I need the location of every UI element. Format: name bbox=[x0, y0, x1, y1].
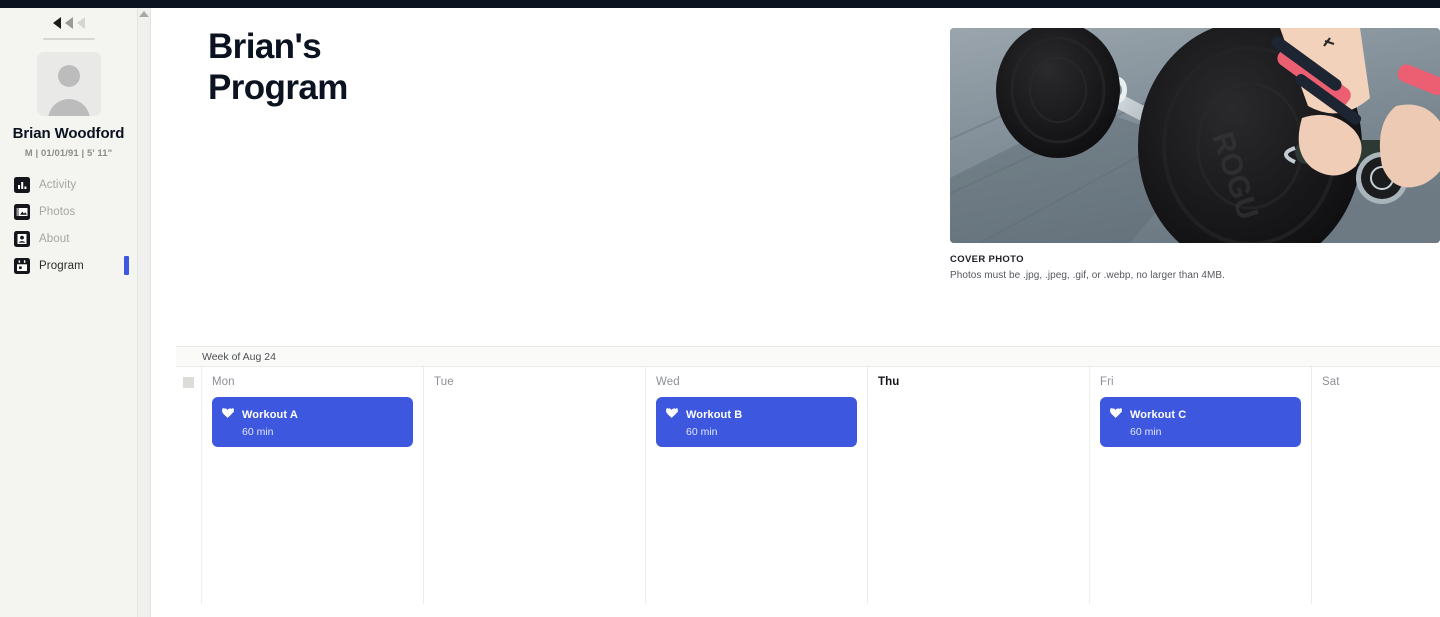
calendar-grid: Mon Workout A 60 min bbox=[176, 367, 1440, 604]
sidebar-item-photos[interactable]: Photos bbox=[0, 198, 137, 225]
cover-photo-label: COVER PHOTO bbox=[950, 254, 1440, 265]
dumbbell-icon bbox=[665, 405, 679, 447]
sidebar-item-label: Program bbox=[39, 260, 84, 272]
profile-meta: M | 01/01/91 | 5' 11" bbox=[0, 148, 137, 159]
profile-name: Brian Woodford bbox=[0, 125, 137, 143]
week-label: Week of Aug 24 bbox=[202, 351, 276, 363]
day-column-thu[interactable]: Thu bbox=[868, 367, 1090, 604]
workout-card[interactable]: Workout A 60 min bbox=[212, 397, 413, 447]
day-label: Tue bbox=[434, 376, 635, 388]
day-label: Fri bbox=[1100, 376, 1301, 388]
day-column-fri[interactable]: Fri Workout C 60 min bbox=[1090, 367, 1312, 604]
dumbbell-icon bbox=[1109, 405, 1123, 447]
app-top-bar bbox=[0, 0, 1440, 8]
workout-title: Workout B bbox=[686, 409, 742, 421]
sidebar-nav: Activity Photos bbox=[0, 171, 137, 279]
calendar-icon bbox=[14, 258, 30, 274]
avatar[interactable] bbox=[37, 52, 101, 116]
avatar-head-shape bbox=[58, 65, 80, 87]
day-column-wed[interactable]: Wed Workout B 60 min bbox=[646, 367, 868, 604]
chevron-left-icon-medium bbox=[65, 17, 73, 29]
page-title-line-1: Brian's bbox=[208, 26, 348, 67]
cover-photo-section: ROGU bbox=[950, 28, 1440, 281]
calendar-gutter bbox=[176, 367, 202, 604]
program-calendar: Week of Aug 24 Mon bbox=[176, 346, 1440, 617]
page-title-line-2: Program bbox=[208, 67, 348, 108]
day-column-tue[interactable]: Tue bbox=[424, 367, 646, 604]
active-indicator bbox=[124, 256, 129, 275]
sidebar-item-activity[interactable]: Activity bbox=[0, 171, 137, 198]
app-root: Brian Woodford M | 01/01/91 | 5' 11" Act… bbox=[0, 0, 1440, 617]
scroll-up-arrow-icon[interactable] bbox=[139, 11, 149, 17]
day-label: Sat bbox=[1322, 376, 1440, 388]
sidebar-item-label: Activity bbox=[39, 179, 76, 191]
sidebar-scrollbar[interactable] bbox=[137, 8, 151, 617]
day-column-mon[interactable]: Mon Workout A 60 min bbox=[202, 367, 424, 604]
chevron-left-icon bbox=[53, 17, 61, 29]
gutter-marker bbox=[183, 377, 194, 388]
sidebar-item-program[interactable]: Program bbox=[0, 252, 137, 279]
day-label: Mon bbox=[212, 376, 413, 388]
hero-section: Brian's Program bbox=[152, 8, 1440, 343]
avatar-body-shape bbox=[48, 99, 90, 116]
sidebar-item-label: Photos bbox=[39, 206, 75, 218]
workout-duration: 60 min bbox=[242, 425, 298, 439]
workout-duration: 60 min bbox=[1130, 425, 1186, 439]
photos-icon bbox=[14, 204, 30, 220]
sidebar-divider bbox=[43, 38, 95, 40]
workout-title: Workout C bbox=[1130, 409, 1186, 421]
sidebar-item-about[interactable]: About bbox=[0, 225, 137, 252]
page-title: Brian's Program bbox=[208, 26, 348, 108]
workout-title: Workout A bbox=[242, 409, 298, 421]
person-card-icon bbox=[14, 231, 30, 247]
day-label: Thu bbox=[878, 376, 1079, 388]
day-column-sat[interactable]: Sat bbox=[1312, 367, 1440, 604]
cover-photo-image[interactable]: ROGU bbox=[950, 28, 1440, 243]
chevron-left-icon-light bbox=[77, 17, 85, 29]
profile-sidebar: Brian Woodford M | 01/01/91 | 5' 11" Act… bbox=[0, 8, 137, 617]
dumbbell-icon bbox=[221, 405, 235, 447]
sidebar-item-label: About bbox=[39, 233, 70, 245]
week-header: Week of Aug 24 bbox=[176, 346, 1440, 367]
workout-duration: 60 min bbox=[686, 425, 742, 439]
cover-photo-hint: Photos must be .jpg, .jpeg, .gif, or .we… bbox=[950, 270, 1440, 281]
workout-card[interactable]: Workout B 60 min bbox=[656, 397, 857, 447]
main-content: Brian's Program bbox=[152, 8, 1440, 617]
day-label: Wed bbox=[656, 376, 857, 388]
workout-card[interactable]: Workout C 60 min bbox=[1100, 397, 1301, 447]
chart-bar-icon bbox=[14, 177, 30, 193]
collapse-sidebar-control[interactable] bbox=[0, 14, 137, 32]
